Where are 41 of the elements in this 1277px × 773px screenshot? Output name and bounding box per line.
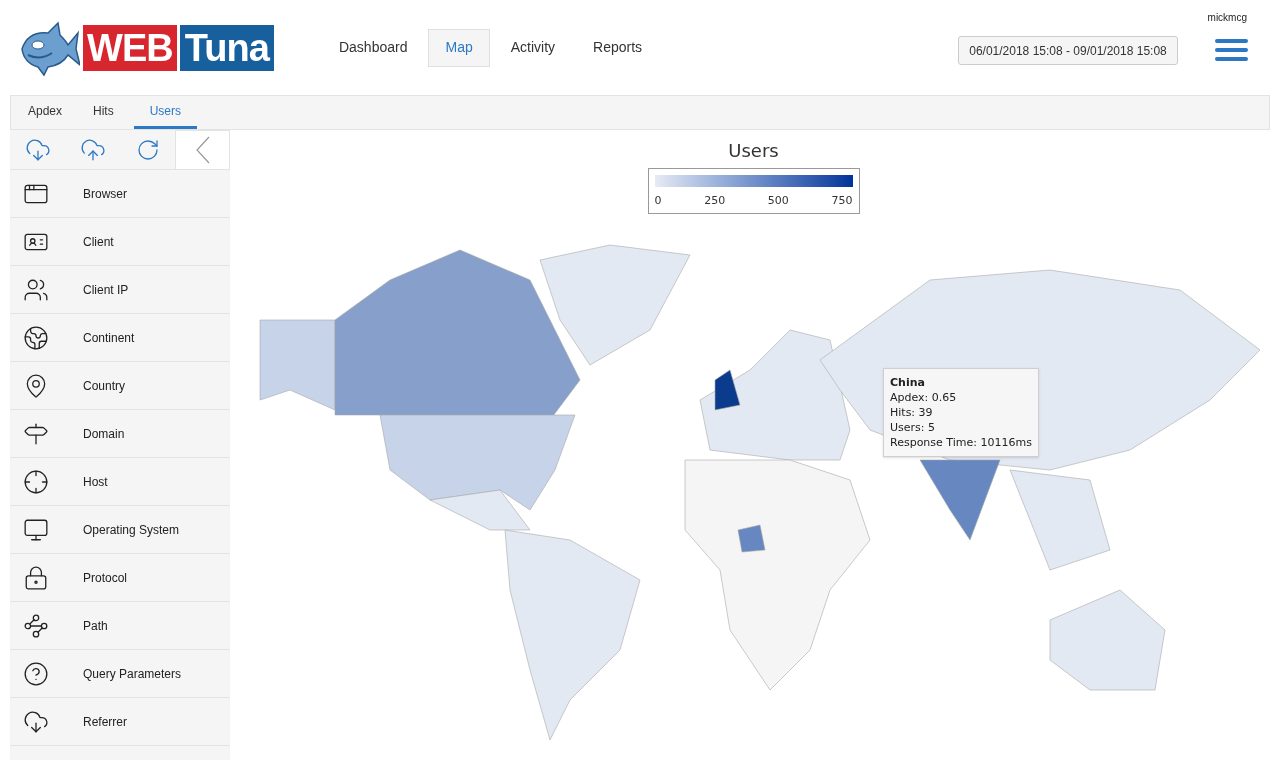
nav-tab[interactable]: Activity: [493, 28, 573, 67]
globe-icon: [23, 324, 49, 351]
sidebar-item[interactable]: Browser: [10, 170, 230, 218]
help-icon: [23, 660, 49, 687]
sidebar-item[interactable]: Client IP: [10, 266, 230, 314]
legend-tick: 750: [831, 193, 853, 209]
sidebar-item[interactable]: Operating System: [10, 506, 230, 554]
tooltip-title: China: [890, 375, 926, 390]
chevron-left-icon: [195, 135, 210, 164]
tab[interactable]: Apdex: [17, 96, 74, 129]
username: mickmcg: [1207, 11, 1247, 25]
logo-word: WEB: [83, 24, 177, 71]
sidebar-item[interactable]: Continent: [10, 314, 230, 362]
map-title: Users: [728, 139, 779, 163]
tab[interactable]: Hits: [82, 96, 125, 129]
refresh-icon[interactable]: [136, 137, 161, 162]
sidebar-item[interactable]: Query Parameters: [10, 650, 230, 698]
legend-tick: 0: [654, 193, 662, 209]
tooltip-line: Users: 5: [890, 420, 936, 435]
menu-icon[interactable]: [1215, 39, 1248, 61]
tooltip-line: Response Time: 10116ms: [890, 435, 1032, 450]
sidebar-item[interactable]: Host: [10, 458, 230, 506]
nav-tab[interactable]: Dashboard: [321, 28, 425, 67]
sidebar-item[interactable]: Domain: [10, 410, 230, 458]
fish-mascot-icon: [18, 18, 80, 77]
sidebar-item[interactable]: Country: [10, 362, 230, 410]
nav-tab[interactable]: Reports: [576, 28, 660, 67]
padlock-icon: [23, 564, 49, 591]
sidebar-item[interactable]: Protocol: [10, 554, 230, 602]
sidebar-item[interactable]: Client: [10, 218, 230, 266]
legend-tick: 500: [767, 193, 789, 209]
tooltip-line: Apdex: 0.65: [890, 390, 958, 405]
tooltip-line: Hits: 39: [890, 405, 934, 420]
nodes-icon: [23, 612, 49, 639]
logo-word: Tuna: [179, 24, 274, 71]
legend-tick: 250: [704, 193, 726, 209]
sidebar-item[interactable]: Referrer: [10, 698, 230, 746]
sidebar-item[interactable]: Path: [10, 602, 230, 650]
crosshair-icon: [23, 468, 49, 495]
date-range-field[interactable]: 06/01/2018 15:08 - 09/01/2018 15:08: [958, 36, 1178, 65]
nav-tab[interactable]: Map: [428, 28, 490, 67]
